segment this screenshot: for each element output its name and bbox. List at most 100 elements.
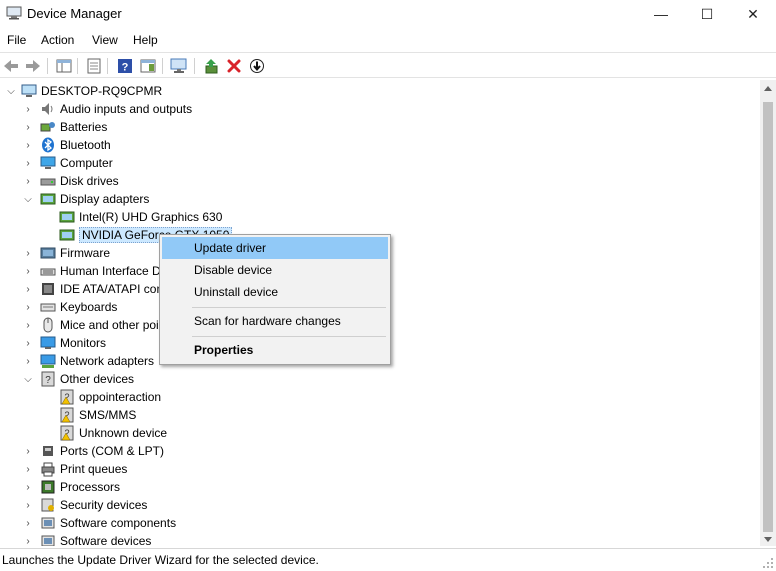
resize-grip-icon[interactable]: [762, 557, 774, 569]
menu-file[interactable]: File: [7, 33, 26, 47]
disable-button[interactable]: [247, 56, 267, 76]
expand-chevron[interactable]: ⌵: [22, 373, 34, 385]
scroll-down-icon[interactable]: [764, 537, 772, 542]
collapse-chevron[interactable]: ›: [22, 247, 34, 259]
tree-item-software-devices[interactable]: Software devices: [40, 532, 151, 546]
show-hide-tree-icon: [56, 59, 72, 73]
software-device-icon: [41, 535, 55, 546]
status-bar: Launches the Update Driver Wizard for th…: [0, 548, 776, 571]
tree-item-label: Batteries: [60, 120, 108, 134]
menu-uninstall-device[interactable]: Uninstall device: [162, 281, 388, 303]
collapse-chevron[interactable]: ›: [22, 175, 34, 187]
scrollbar-thumb[interactable]: [763, 102, 773, 532]
ide-controller-icon: [42, 283, 54, 295]
tree-item-processors[interactable]: Processors: [40, 478, 120, 496]
properties-button[interactable]: [84, 56, 104, 76]
menu-action[interactable]: Action: [41, 33, 74, 47]
tree-item-label: Firmware: [60, 246, 110, 260]
tree-item-print-queues[interactable]: Print queues: [40, 460, 127, 478]
menu-view[interactable]: View: [92, 33, 118, 47]
tree-item-bluetooth[interactable]: Bluetooth: [40, 136, 111, 154]
collapse-chevron[interactable]: ›: [22, 535, 34, 547]
collapse-chevron[interactable]: ›: [22, 337, 34, 349]
collapse-chevron[interactable]: ›: [22, 265, 34, 277]
menu-scan-hardware[interactable]: Scan for hardware changes: [162, 310, 388, 332]
bluetooth-icon: [42, 137, 54, 153]
collapse-chevron[interactable]: ›: [22, 121, 34, 133]
collapse-chevron[interactable]: ›: [22, 301, 34, 313]
display-adapter-icon: [59, 229, 75, 241]
menu-item-label: Properties: [194, 343, 254, 357]
tree-item-label: Network adapters: [60, 354, 155, 368]
collapse-chevron[interactable]: ›: [22, 463, 34, 475]
svg-text:?: ?: [45, 375, 51, 386]
vertical-scrollbar[interactable]: [760, 80, 776, 546]
scroll-up-icon[interactable]: [764, 86, 772, 91]
tree-item-batteries[interactable]: Batteries: [40, 118, 107, 136]
tree-root[interactable]: DESKTOP-RQ9CPMR: [21, 82, 162, 100]
collapse-chevron[interactable]: ›: [22, 499, 34, 511]
forward-button[interactable]: [23, 56, 43, 76]
tree-item-computer[interactable]: Computer: [40, 154, 113, 172]
help-button[interactable]: ?: [115, 56, 135, 76]
menu-help[interactable]: Help: [133, 33, 158, 47]
tree-item-ports[interactable]: Ports (COM & LPT): [40, 442, 164, 460]
minimize-button[interactable]: —: [638, 0, 684, 28]
toolbar-separator: [47, 58, 48, 74]
expand-chevron[interactable]: ⌵: [5, 85, 17, 97]
menu-item-label: Disable device: [194, 263, 273, 277]
collapse-chevron[interactable]: ›: [22, 355, 34, 367]
tree-item-label: Disk drives: [60, 174, 119, 188]
collapse-chevron[interactable]: ›: [22, 445, 34, 457]
window-title: Device Manager: [27, 6, 122, 21]
display-adapter-icon: [59, 211, 75, 223]
close-button[interactable]: ✕: [730, 0, 776, 28]
tree-item-monitors[interactable]: Monitors: [40, 334, 106, 352]
menu-separator: [192, 307, 386, 308]
collapse-chevron[interactable]: ›: [22, 319, 34, 331]
tree-item-label: Software components: [60, 516, 177, 530]
collapse-chevron[interactable]: ›: [22, 517, 34, 529]
maximize-button[interactable]: ☐: [684, 0, 730, 28]
tree-item-firmware[interactable]: Firmware: [40, 244, 110, 262]
collapse-chevron[interactable]: ›: [22, 157, 34, 169]
collapse-chevron[interactable]: ›: [22, 481, 34, 493]
expand-chevron[interactable]: ⌵: [22, 193, 34, 205]
update-driver-button[interactable]: [201, 56, 221, 76]
mouse-icon: [43, 317, 53, 333]
tree-item-audio[interactable]: Audio inputs and outputs: [40, 100, 192, 118]
battery-icon: [40, 122, 55, 132]
tree-item-software-components[interactable]: Software components: [40, 514, 176, 532]
tree-item-disk-drives[interactable]: Disk drives: [40, 172, 119, 190]
monitor-icon: [40, 336, 56, 349]
firmware-icon: [40, 247, 56, 259]
scan-hardware-button[interactable]: [169, 56, 189, 76]
tree-item-unknown-device[interactable]: ? Unknown device: [59, 424, 167, 442]
tree-item-network-adapters[interactable]: Network adapters: [40, 352, 154, 370]
collapse-chevron[interactable]: ›: [22, 103, 34, 115]
collapse-chevron[interactable]: ›: [22, 283, 34, 295]
collapse-chevron[interactable]: ›: [22, 139, 34, 151]
tree-item-other-devices[interactable]: ? Other devices: [40, 370, 134, 388]
uninstall-button[interactable]: [224, 56, 244, 76]
menu-properties[interactable]: Properties: [162, 339, 388, 361]
close-icon: ✕: [747, 5, 759, 22]
tree-item-label: Display adapters: [60, 192, 150, 206]
status-text: Launches the Update Driver Wizard for th…: [2, 553, 319, 567]
tree-item-intel-graphics[interactable]: Intel(R) UHD Graphics 630: [59, 208, 222, 226]
action-pane-button[interactable]: [138, 56, 158, 76]
show-hide-tree-button[interactable]: [54, 56, 74, 76]
tree-item-display-adapters[interactable]: Display adapters: [40, 190, 149, 208]
back-icon: [4, 60, 18, 72]
menu-disable-device[interactable]: Disable device: [162, 259, 388, 281]
tree-item-oppointeraction[interactable]: ? oppointeraction: [59, 388, 161, 406]
toolbar-separator: [194, 58, 195, 74]
tree-item-sms-mms[interactable]: ? SMS/MMS: [59, 406, 136, 424]
speaker-icon: [42, 103, 53, 115]
tree-item-security-devices[interactable]: Security devices: [40, 496, 147, 514]
back-button[interactable]: [1, 56, 21, 76]
toolbar-separator: [77, 58, 78, 74]
svg-text:?: ?: [122, 62, 129, 74]
menu-update-driver[interactable]: Update driver: [162, 237, 388, 259]
tree-item-keyboards[interactable]: Keyboards: [40, 298, 117, 316]
